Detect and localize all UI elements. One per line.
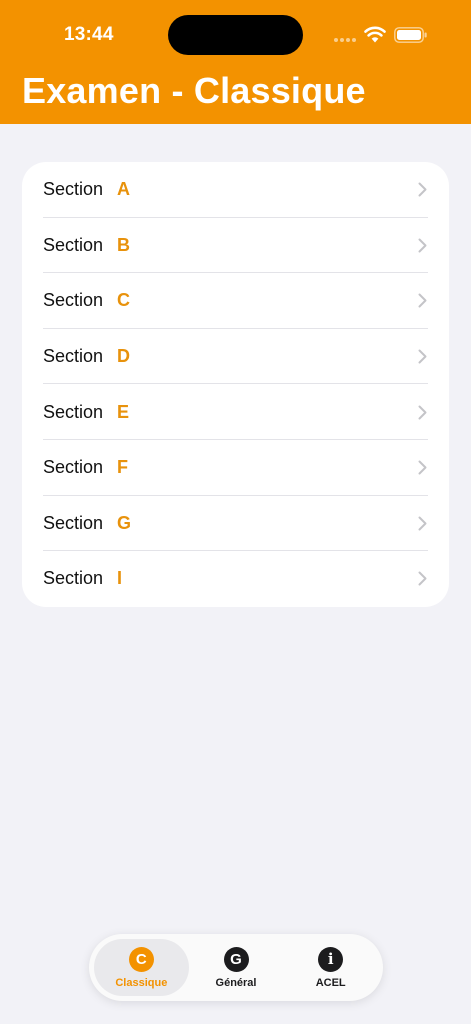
section-label: Section <box>43 512 104 533</box>
chevron-right-icon <box>418 460 427 475</box>
status-time: 13:44 <box>64 24 114 45</box>
section-letter: B <box>117 234 131 255</box>
wifi-icon <box>364 26 386 43</box>
dynamic-island <box>168 15 303 55</box>
section-label: Section <box>43 457 104 478</box>
info-circle-icon: i <box>318 946 344 972</box>
chevron-right-icon <box>418 293 427 308</box>
chevron-right-icon <box>418 516 427 531</box>
header-bar: 13:44 Examen - Classique <box>0 0 471 124</box>
section-label: Section <box>43 290 104 311</box>
section-label: Section <box>43 346 104 367</box>
tab-general[interactable]: G Général <box>189 939 284 996</box>
tab-classique[interactable]: C Classique <box>94 939 189 996</box>
section-letter: F <box>117 457 129 478</box>
section-label: Section <box>43 401 104 422</box>
letter-g-circle-icon: G <box>223 946 249 972</box>
section-letter: C <box>117 290 131 311</box>
tab-label: Général <box>215 976 257 989</box>
cellular-signal-icon <box>334 38 358 42</box>
section-letter: I <box>117 568 123 589</box>
chevron-right-icon <box>418 349 427 364</box>
section-letter: E <box>117 401 130 422</box>
chevron-right-icon <box>418 182 427 197</box>
tab-bar: C Classique G Général i ACEL <box>89 934 383 1001</box>
section-row-i[interactable]: Section I <box>22 551 449 607</box>
page-title: Examen - Classique <box>22 70 366 111</box>
chevron-right-icon <box>418 571 427 586</box>
section-label: Section <box>43 568 104 589</box>
section-list: Section A Section B Section C Section D … <box>22 162 449 607</box>
section-row-f[interactable]: Section F <box>22 440 449 496</box>
section-row-e[interactable]: Section E <box>22 384 449 440</box>
tab-label: Classique <box>115 976 168 989</box>
section-letter: G <box>117 512 132 533</box>
chevron-right-icon <box>418 238 427 253</box>
battery-icon <box>394 27 427 43</box>
section-row-c[interactable]: Section C <box>22 273 449 329</box>
tab-label: ACEL <box>315 976 346 989</box>
section-label: Section <box>43 179 104 200</box>
letter-c-circle-icon: C <box>128 946 154 972</box>
chevron-right-icon <box>418 405 427 420</box>
section-letter: D <box>117 346 131 367</box>
section-row-a[interactable]: Section A <box>22 162 449 218</box>
section-letter: A <box>117 179 131 200</box>
section-row-b[interactable]: Section B <box>22 218 449 274</box>
section-row-g[interactable]: Section G <box>22 496 449 552</box>
section-label: Section <box>43 234 104 255</box>
section-row-d[interactable]: Section D <box>22 329 449 385</box>
app-screen: 13:44 Examen - Classique Section A Secti… <box>0 0 471 1024</box>
tab-acel[interactable]: i ACEL <box>283 939 378 996</box>
